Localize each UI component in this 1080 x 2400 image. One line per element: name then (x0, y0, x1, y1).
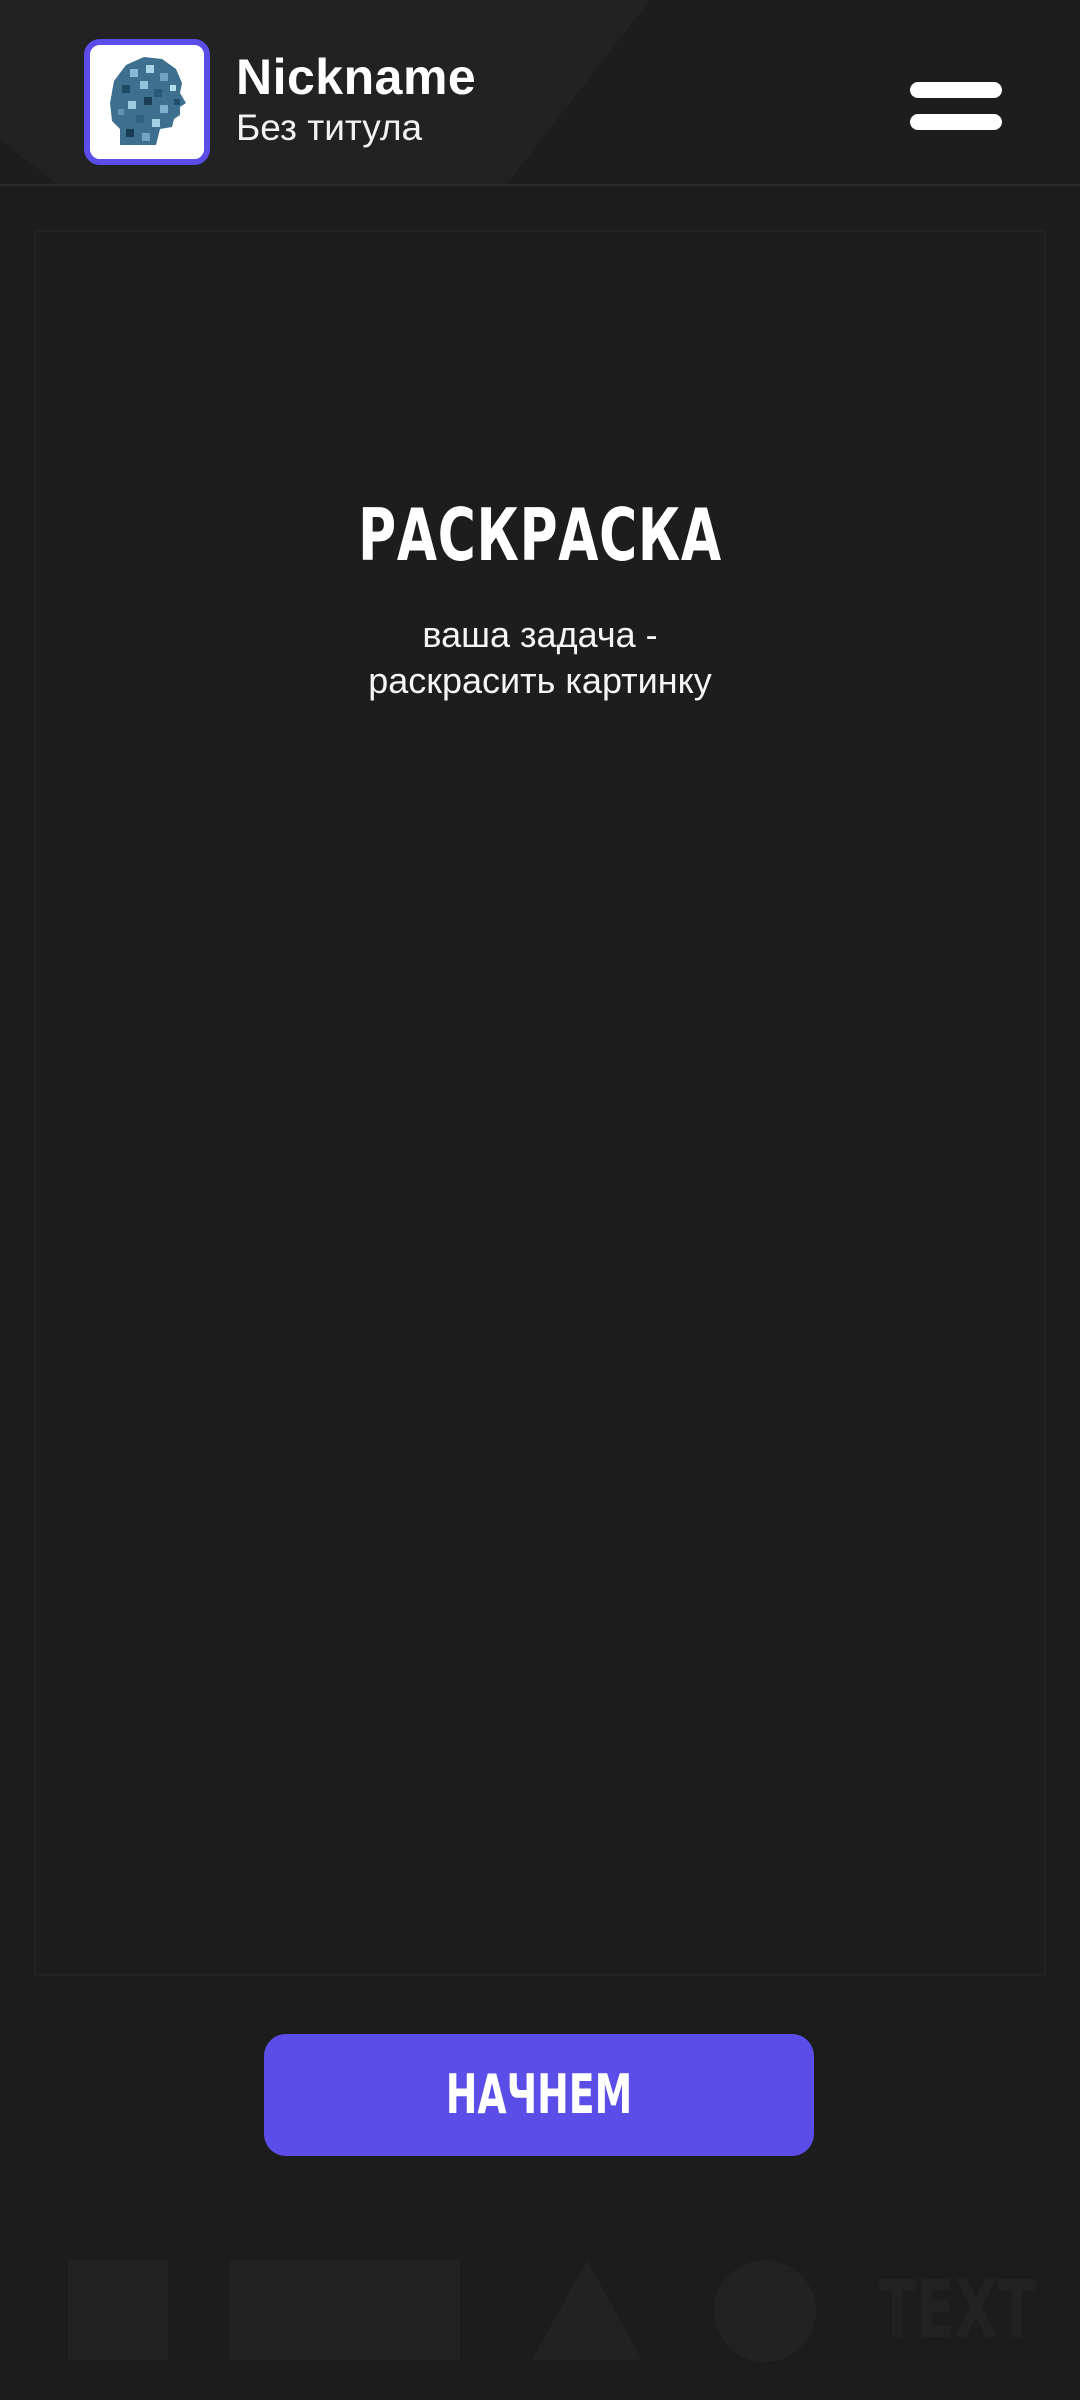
header: Nickname Без титула (0, 0, 1080, 186)
menu-bar-top (910, 82, 1002, 98)
decor-square (68, 2260, 168, 2360)
menu-button[interactable] (908, 78, 1004, 134)
game-panel: РАСКРАСКА ваша задача - раскрасить карти… (34, 230, 1046, 1976)
start-button[interactable]: НАЧНЕМ (264, 2034, 814, 2156)
game-description: ваша задача - раскрасить картинку (36, 612, 1044, 704)
decor-circle (714, 2260, 816, 2362)
start-button-label: НАЧНЕМ (445, 2063, 633, 2126)
decor-text: TEXT (878, 2263, 1036, 2356)
player-title: Без титула (236, 107, 423, 148)
nickname: Nickname (236, 49, 477, 105)
app-screen: Nickname Без титула РАСКРАСКА ваша задач… (0, 0, 1080, 2400)
game-title: РАСКРАСКА (358, 493, 722, 577)
decor-triangle (532, 2260, 642, 2360)
game-description-line-2: раскрасить картинку (368, 660, 712, 701)
menu-bar-bottom (910, 114, 1002, 130)
decor-rectangle (230, 2260, 460, 2360)
game-description-line-1: ваша задача - (422, 614, 658, 655)
avatar[interactable] (84, 39, 210, 165)
pixel-head-icon (90, 45, 204, 159)
